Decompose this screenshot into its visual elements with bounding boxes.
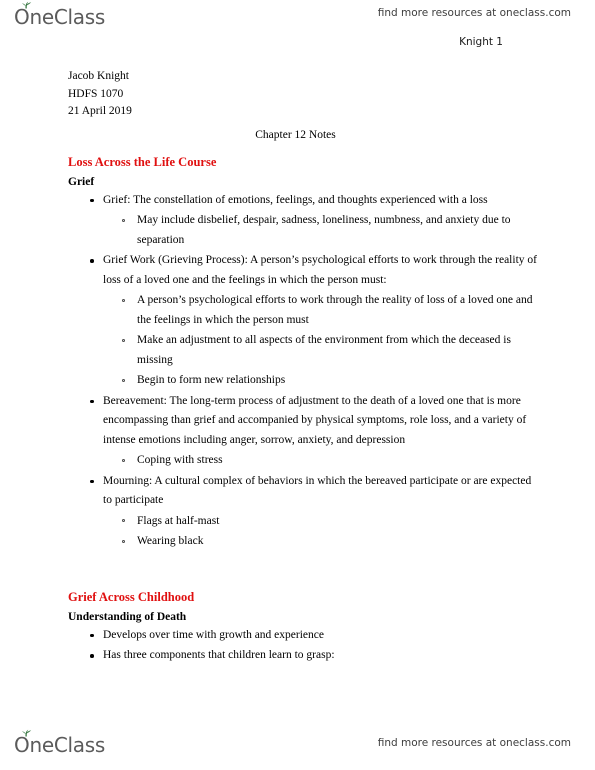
meta-date: 21 April 2019	[68, 105, 132, 117]
list-item: Mourning: A cultural complex of behavior…	[0, 472, 595, 511]
list-item: Coping with stress	[0, 451, 595, 471]
oneclass-logo-footer[interactable]: OneClass	[14, 729, 105, 756]
list-item: Bereavement: The long-term process of ad…	[0, 392, 595, 451]
document-title: Chapter 12 Notes	[0, 129, 595, 141]
leaf-icon	[21, 1, 32, 9]
bullet-list: Develops over time with growth and exper…	[0, 626, 595, 666]
section-loss-across-the-life-course: Loss Across the Life Course Grief Grief:…	[0, 155, 595, 552]
list-item: Grief Work (Grieving Process): A person’…	[0, 251, 595, 290]
list-item: Flags at half-mast	[0, 512, 595, 532]
footer-watermark-text: find more resources at oneclass.com	[377, 737, 571, 749]
section-subheading: Understanding of Death	[68, 610, 187, 623]
list-item: Develops over time with growth and exper…	[0, 626, 595, 646]
section-grief-across-childhood: Grief Across Childhood Understanding of …	[0, 590, 595, 666]
section-subheading: Grief	[68, 175, 95, 188]
list-item: Wearing black	[0, 532, 595, 552]
document-title-text: Chapter 12 Notes	[255, 128, 336, 141]
document-meta: Jacob Knight HDFS 1070 21 April 2019	[0, 68, 595, 121]
list-item: A person’s psychological efforts to work…	[0, 291, 595, 330]
list-item: Has three components that children learn…	[0, 646, 595, 666]
meta-course: HDFS 1070	[68, 87, 124, 100]
oneclass-logo-header[interactable]: OneClass	[14, 1, 105, 28]
list-item: Grief: The constellation of emotions, fe…	[0, 191, 595, 211]
page-number: Knight 1	[459, 36, 503, 48]
section-heading: Loss Across the Life Course	[68, 154, 217, 169]
document-body: Knight 1 Jacob Knight HDFS 1070 21 April…	[0, 36, 595, 666]
list-item: Begin to form new relationships	[0, 371, 595, 391]
list-item: Make an adjustment to all aspects of the…	[0, 331, 595, 370]
page-footer: OneClass find more resources at oneclass…	[0, 722, 595, 770]
section-heading: Grief Across Childhood	[68, 589, 195, 604]
list-item: May include disbelief, despair, sadness,…	[0, 211, 595, 250]
meta-author: Jacob Knight	[68, 70, 130, 82]
leaf-icon	[21, 729, 32, 737]
bullet-list: Grief: The constellation of emotions, fe…	[0, 191, 595, 552]
header-watermark-text: find more resources at oneclass.com	[377, 7, 571, 19]
